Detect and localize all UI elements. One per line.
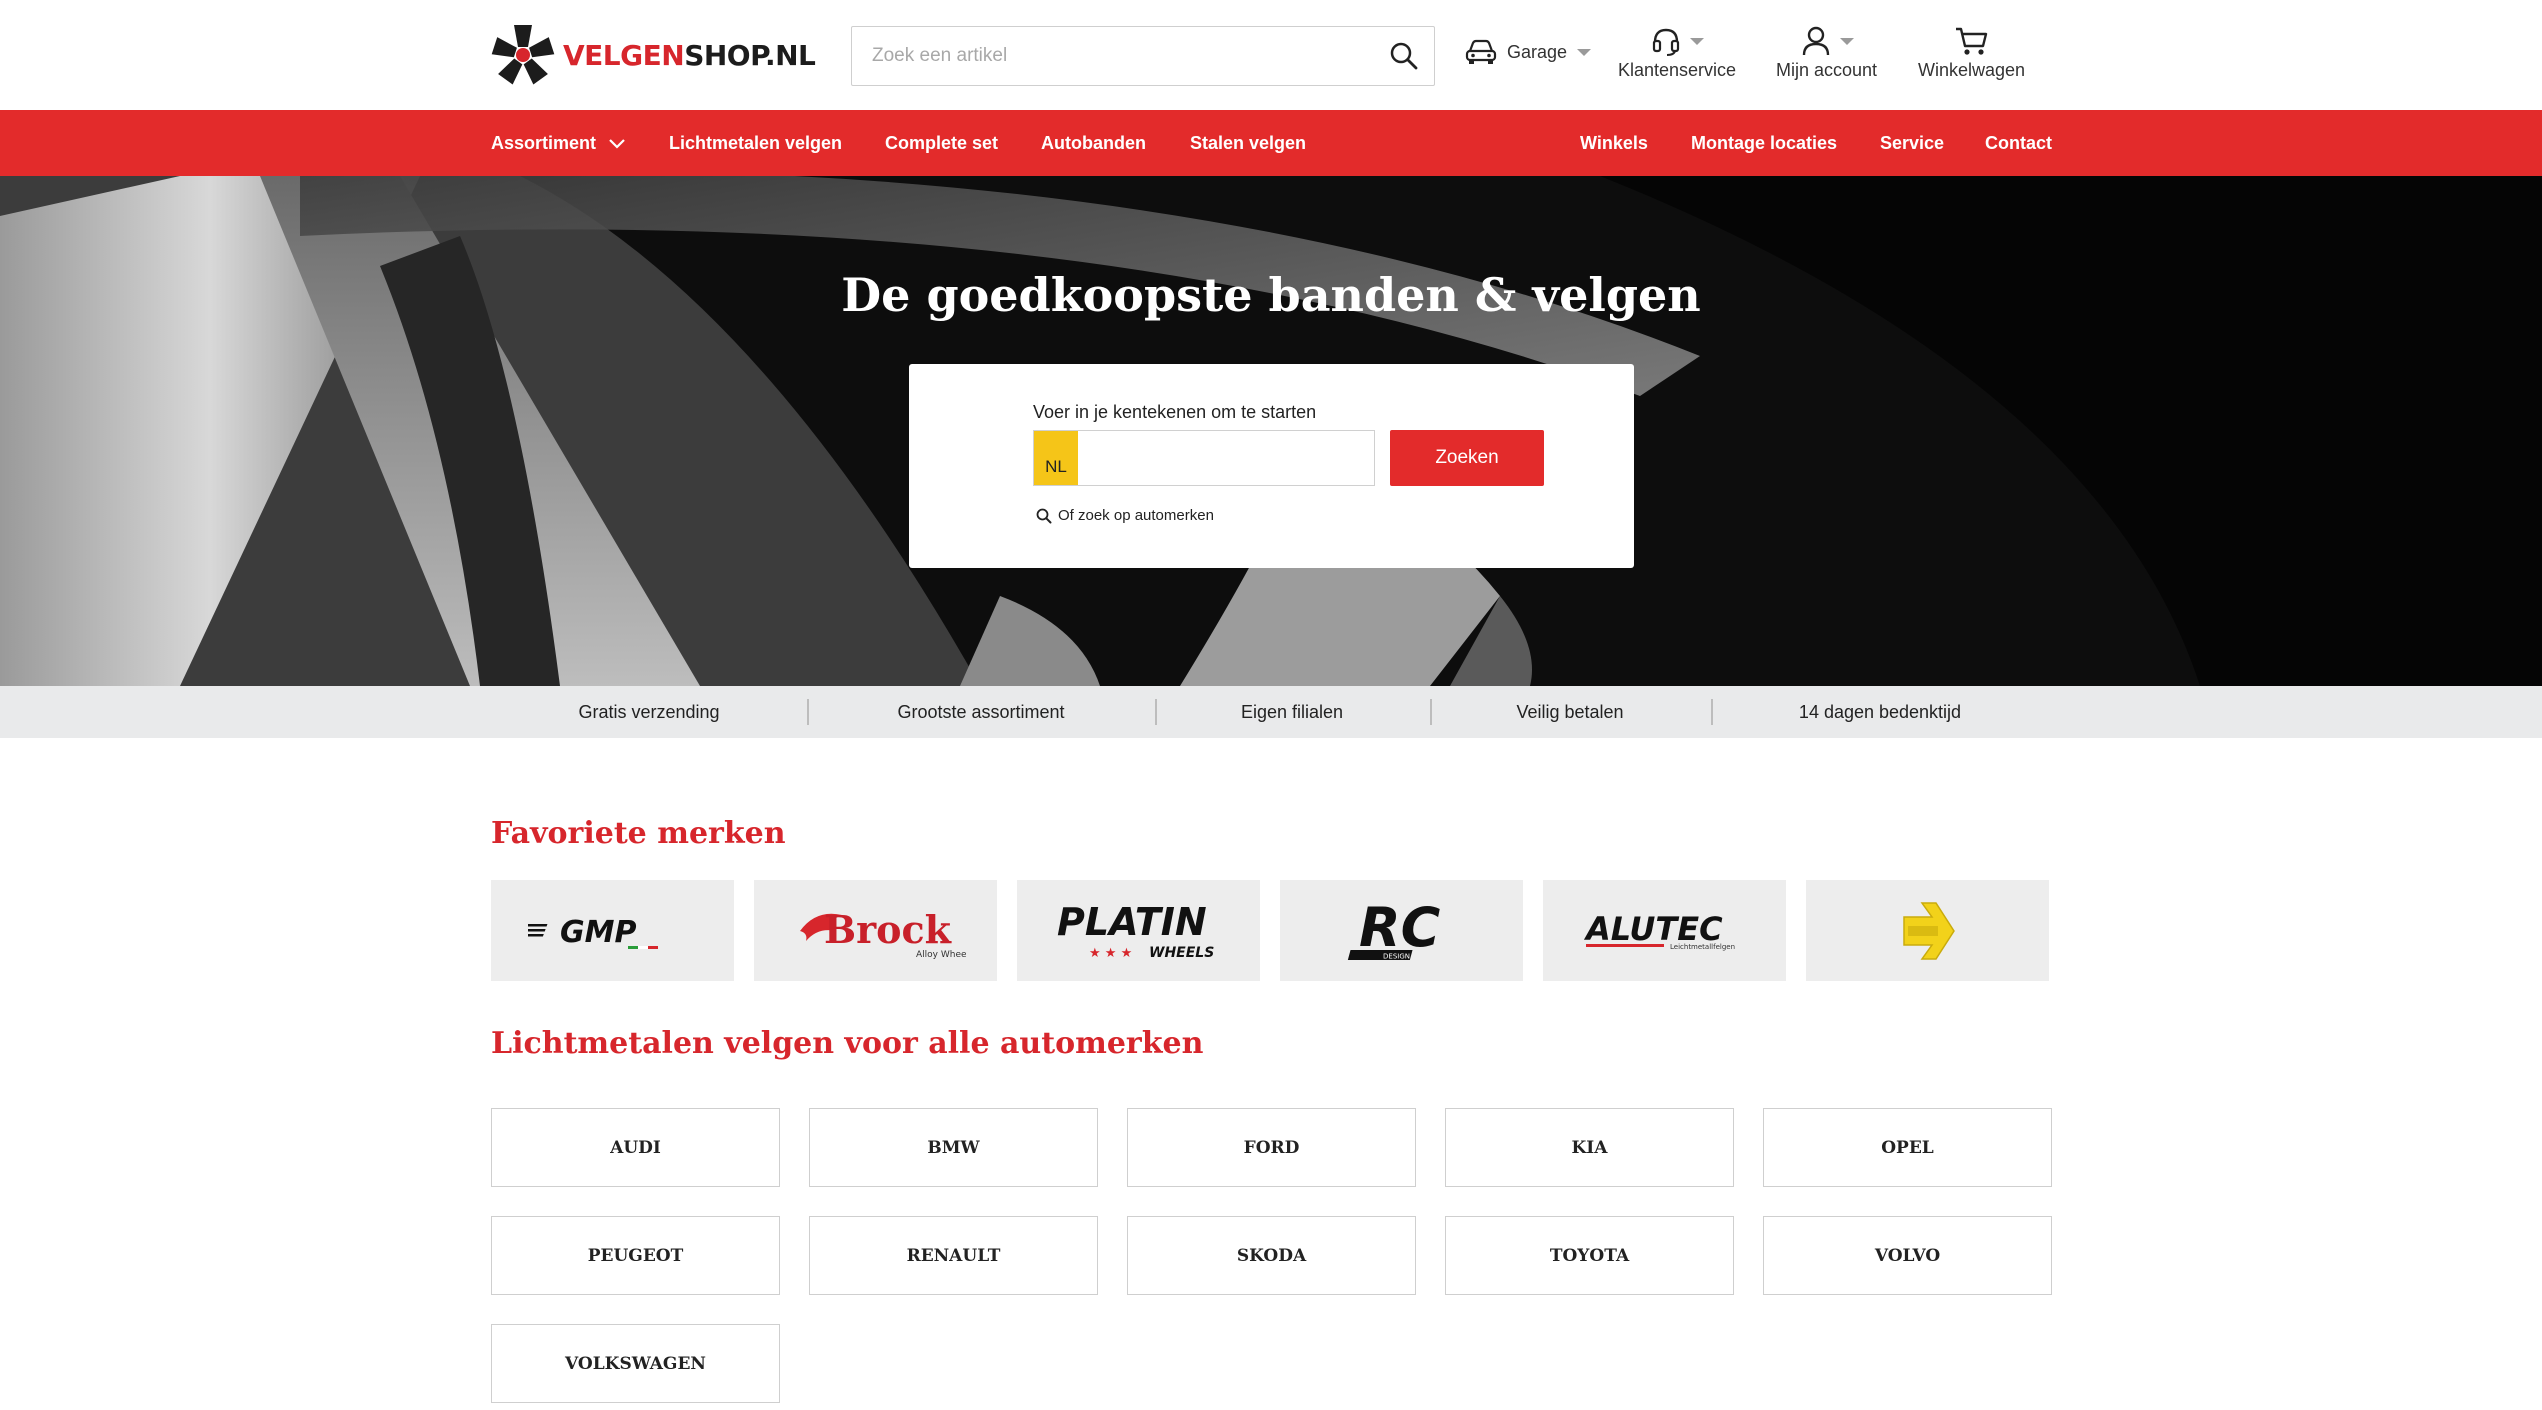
usp-divider — [1711, 699, 1713, 725]
rc-design-logo: RC DESIGN — [1347, 896, 1441, 960]
alutec-logo: ALUTEC Leichtmetallfelgen — [1583, 910, 1735, 951]
platin-stars: ★ ★ ★ — [1089, 946, 1132, 961]
usp-item: Grootste assortiment — [897, 702, 1065, 722]
brand-tile-rc-design[interactable]: RC DESIGN — [1280, 880, 1523, 981]
plate-search-button[interactable]: Zoeken — [1390, 430, 1544, 486]
chevron-down-icon — [1690, 37, 1705, 45]
make-tile-bmw[interactable]: BMW — [809, 1108, 1098, 1187]
nav-assortiment[interactable]: Assortiment — [491, 110, 626, 176]
gmp-logo-text: GMP — [560, 915, 636, 950]
rc-logo-sub: DESIGN — [1383, 952, 1410, 960]
make-tile-audi[interactable]: AUDI — [491, 1108, 780, 1187]
garage-label: Garage — [1507, 41, 1568, 62]
chevron-down-icon — [1839, 37, 1854, 45]
usp-item: Veilig betalen — [1516, 702, 1624, 722]
brand-tile-platin[interactable]: PLATIN ★ ★ ★ WHEELS — [1017, 880, 1260, 981]
cart-icon — [1955, 27, 1987, 55]
search-by-make-link[interactable]: Of zoek op automerken — [1036, 507, 1214, 524]
chevron-down-icon — [609, 139, 625, 149]
gmp-logo: GMP — [527, 915, 658, 950]
make-tile-skoda[interactable]: SKODA — [1127, 1216, 1416, 1295]
nav-montage-locaties[interactable]: Montage locaties — [1691, 110, 1837, 176]
user-icon — [1802, 26, 1829, 56]
brock-logo-text: Brock — [824, 907, 952, 952]
headset-icon — [1652, 28, 1680, 56]
cart-label: Winkelwagen — [1918, 60, 2026, 80]
usp-item: Eigen filialen — [1240, 702, 1344, 722]
site-header: VELGENSHOP.NL Garage Klantenservice Mijn… — [0, 0, 2542, 110]
account-label: Mijn account — [1776, 60, 1878, 80]
usp-item: 14 dagen bedenktijd — [1798, 702, 1962, 722]
makes-section-title: Lichtmetalen velgen voor alle automerken — [491, 1026, 1204, 1061]
make-tile-renault[interactable]: RENAULT — [809, 1216, 1098, 1295]
hero-title: De goedkoopste banden & velgen — [841, 268, 1701, 322]
plate-label: Voer in je kentekenen om te starten — [1033, 402, 1317, 422]
customer-service-label: Klantenservice — [1618, 60, 1737, 80]
cart-button[interactable]: Winkelwagen — [1918, 22, 2025, 81]
nav-service[interactable]: Service — [1880, 110, 1944, 176]
license-plate-search-card: Voer in je kentekenen om te starten NL Z… — [909, 364, 1634, 568]
nav-assortiment-label: Assortiment — [491, 133, 597, 153]
make-tile-opel[interactable]: OPEL — [1763, 1108, 2052, 1187]
make-tile-kia[interactable]: KIA — [1445, 1108, 1734, 1187]
search-icon — [1036, 508, 1052, 523]
account-menu[interactable]: Mijn account — [1776, 22, 1877, 81]
platin-logo-text: PLATIN — [1057, 900, 1207, 944]
usp-divider — [1430, 699, 1432, 725]
logo-wheel-icon — [491, 25, 555, 85]
alutec-logo-sub: Leichtmetallfelgen — [1670, 943, 1735, 951]
garage-menu[interactable]: Garage — [1465, 38, 1592, 66]
brand-tile-gmp[interactable]: GMP — [491, 880, 734, 981]
hero-banner: De goedkoopste banden & velgen Voer in j… — [0, 176, 2542, 686]
nav-lichtmetalen-velgen[interactable]: Lichtmetalen velgen — [669, 110, 842, 176]
chevron-down-icon — [1577, 48, 1592, 56]
nav-autobanden[interactable]: Autobanden — [1041, 110, 1146, 176]
nav-stalen-velgen[interactable]: Stalen velgen — [1190, 110, 1306, 176]
make-tile-peugeot[interactable]: PEUGEOT — [491, 1216, 780, 1295]
nav-complete-set[interactable]: Complete set — [885, 110, 998, 176]
search-input[interactable] — [852, 27, 1374, 85]
brand-tile-alutec[interactable]: ALUTEC Leichtmetallfelgen — [1543, 880, 1786, 981]
site-logo[interactable]: VELGENSHOP.NL — [491, 22, 816, 88]
car-icon — [1465, 39, 1497, 64]
main-navigation: Assortiment Lichtmetalen velgen Complete… — [0, 110, 2542, 176]
brands-section-title: Favoriete merken — [491, 816, 786, 851]
make-tile-volvo[interactable]: VOLVO — [1763, 1216, 2052, 1295]
brock-logo: Brock Alloy Wheels — [799, 907, 966, 960]
platin-logo-sub: WHEELS — [1149, 945, 1214, 961]
nav-winkels[interactable]: Winkels — [1580, 110, 1648, 176]
usp-item: Gratis verzending — [578, 702, 720, 722]
plate-country-badge: NL — [1034, 431, 1078, 485]
brand-tile-dezent[interactable] — [1806, 880, 2049, 981]
search-bar — [851, 26, 1435, 86]
usp-divider — [1155, 699, 1157, 725]
logo-text: VELGENSHOP.NL — [563, 38, 816, 72]
license-plate-input[interactable] — [1078, 431, 1374, 485]
nav-contact[interactable]: Contact — [1985, 110, 2052, 176]
brock-logo-sub: Alloy Wheels — [916, 950, 966, 960]
search-by-make-label: Of zoek op automerken — [1058, 507, 1214, 524]
usp-bar: Gratis verzending Grootste assortiment E… — [0, 686, 2542, 738]
make-tile-toyota[interactable]: TOYOTA — [1445, 1216, 1734, 1295]
make-tile-volkswagen[interactable]: VOLKSWAGEN — [491, 1324, 780, 1403]
customer-service-menu[interactable]: Klantenservice — [1618, 22, 1736, 81]
platin-logo: PLATIN ★ ★ ★ WHEELS — [1057, 900, 1214, 961]
dezent-arrow-logo — [1902, 901, 1955, 960]
make-tile-ford[interactable]: FORD — [1127, 1108, 1416, 1187]
license-plate-field[interactable]: NL — [1033, 430, 1375, 486]
search-icon[interactable] — [1374, 26, 1434, 86]
rc-logo-text: RC — [1359, 896, 1441, 959]
usp-divider — [807, 699, 809, 725]
brand-tile-brock[interactable]: Brock Alloy Wheels — [754, 880, 997, 981]
